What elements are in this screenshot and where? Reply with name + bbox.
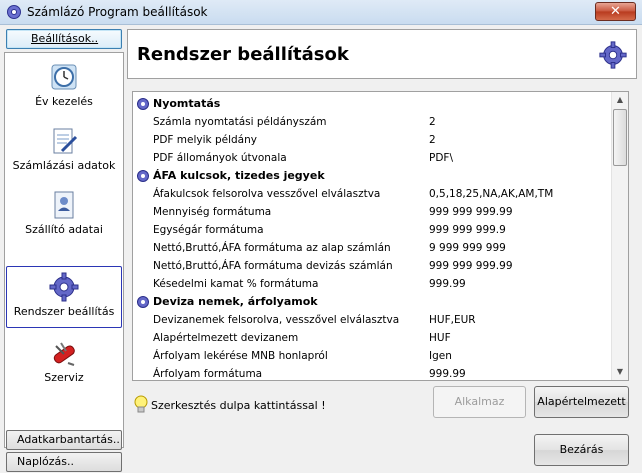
swiss-knife-icon bbox=[53, 342, 75, 366]
sidebar-item-service[interactable]: Szerviz bbox=[5, 333, 123, 395]
vertical-scrollbar[interactable]: ▲ ▼ bbox=[611, 92, 628, 380]
sidebar-item-label: Számlázási adatok bbox=[12, 159, 116, 172]
window-title: Számlázó Program beállítások bbox=[27, 5, 208, 19]
gear-icon bbox=[49, 272, 79, 302]
property-label: Számla nyomtatási példányszám bbox=[153, 116, 327, 128]
property-value[interactable]: Igen bbox=[429, 347, 452, 365]
property-value[interactable]: 2 bbox=[429, 113, 436, 131]
edit-hint: Szerkesztés dulpa kattintással ! bbox=[134, 395, 326, 415]
property-row[interactable]: Késedelmi kamat % formátuma 999.99 bbox=[133, 275, 613, 293]
title-bar: Számlázó Program beállítások ✕ bbox=[0, 0, 642, 25]
property-value[interactable]: 2 bbox=[429, 131, 436, 149]
logging-label: Naplózás.. bbox=[17, 455, 74, 468]
property-value[interactable]: 0,5,18,25,NA,AK,AM,TM bbox=[429, 185, 553, 203]
property-label: Nettó,Bruttó,ÁFA formátuma az alap száml… bbox=[153, 242, 391, 254]
property-label: PDF melyik példány bbox=[153, 134, 257, 146]
data-maintenance-label: Adatkarbantartás.. bbox=[17, 433, 120, 446]
category-label: Deviza nemek, árfolyamok bbox=[153, 295, 318, 308]
gear-icon bbox=[137, 170, 149, 182]
property-value[interactable]: 9 999 999 999 bbox=[429, 239, 506, 257]
gear-icon bbox=[137, 296, 149, 308]
page-header: Rendszer beállítások bbox=[127, 29, 637, 79]
settings-property-grid[interactable]: Nyomtatás Számla nyomtatási példányszám 2… bbox=[132, 91, 629, 381]
property-label: Nettó,Bruttó,ÁFA formátuma devizás száml… bbox=[153, 260, 393, 272]
scroll-thumb[interactable] bbox=[613, 109, 627, 166]
settings-menu-label: Beállítások.. bbox=[31, 32, 99, 45]
page-title: Rendszer beállítások bbox=[137, 44, 349, 65]
gear-icon bbox=[7, 5, 21, 19]
category-label: Nyomtatás bbox=[153, 97, 221, 110]
document-edit-icon bbox=[53, 128, 78, 154]
property-label: Árfolyam formátuma bbox=[153, 368, 263, 380]
category-printing[interactable]: Nyomtatás bbox=[133, 95, 613, 113]
apply-button[interactable]: Alkalmaz bbox=[433, 386, 526, 418]
main-panel: Rendszer beállítások Nyomtatás Számla ny… bbox=[127, 25, 642, 473]
property-row[interactable]: Áfakulcsok felsorolva vesszővel elválasz… bbox=[133, 185, 613, 203]
close-window-button[interactable]: ✕ bbox=[595, 2, 636, 21]
property-label: Késedelmi kamat % formátuma bbox=[153, 278, 319, 290]
property-row[interactable]: Árfolyam lekérése MNB honlapról Igen bbox=[133, 347, 613, 365]
clock-icon bbox=[51, 64, 77, 90]
gear-icon bbox=[137, 98, 149, 110]
sidebar-nav-list: Év kezelés Számlázási adatok Szállító ad… bbox=[4, 52, 124, 448]
property-value[interactable]: 999 999 999.9 bbox=[429, 221, 506, 239]
category-currency[interactable]: Deviza nemek, árfolyamok bbox=[133, 293, 613, 311]
sidebar-item-year[interactable]: Év kezelés bbox=[5, 57, 123, 119]
property-rows: Nyomtatás Számla nyomtatási példányszám 2… bbox=[133, 95, 613, 380]
settings-menu-button[interactable]: Beállítások.. bbox=[6, 29, 122, 49]
property-row[interactable]: Számla nyomtatási példányszám 2 bbox=[133, 113, 613, 131]
category-label: ÁFA kulcsok, tizedes jegyek bbox=[153, 169, 325, 182]
property-row[interactable]: Alapértelmezett devizanem HUF bbox=[133, 329, 613, 347]
property-label: Áfakulcsok felsorolva vesszővel elválasz… bbox=[153, 188, 381, 200]
property-row[interactable]: Egységár formátuma 999 999 999.9 bbox=[133, 221, 613, 239]
sidebar-item-label: Szerviz bbox=[44, 371, 84, 384]
sidebar-item-label: Szállító adatai bbox=[25, 223, 103, 236]
property-label: Mennyiség formátuma bbox=[153, 206, 272, 218]
property-row[interactable]: Nettó,Bruttó,ÁFA formátuma devizás száml… bbox=[133, 257, 613, 275]
lightbulb-icon bbox=[134, 395, 148, 413]
property-row[interactable]: Devizanemek felsorolva, vesszővel elvála… bbox=[133, 311, 613, 329]
property-value[interactable]: PDF\ bbox=[429, 149, 453, 167]
scroll-down-arrow[interactable]: ▼ bbox=[612, 364, 628, 380]
property-value[interactable]: 999.99 bbox=[429, 365, 466, 380]
property-row[interactable]: PDF állományok útvonala PDF\ bbox=[133, 149, 613, 167]
sidebar: Beállítások.. Év kezelés Számlázási adat… bbox=[0, 25, 127, 473]
logging-button[interactable]: Naplózás.. bbox=[6, 452, 122, 472]
property-label: Egységár formátuma bbox=[153, 224, 264, 236]
close-button[interactable]: Bezárás bbox=[534, 434, 629, 466]
contact-card-icon bbox=[54, 191, 74, 219]
sidebar-item-label: Év kezelés bbox=[35, 95, 93, 108]
data-maintenance-button[interactable]: Adatkarbantartás.. bbox=[6, 430, 122, 450]
sidebar-item-billing-data[interactable]: Számlázási adatok bbox=[5, 121, 123, 183]
property-row[interactable]: Nettó,Bruttó,ÁFA formátuma az alap száml… bbox=[133, 239, 613, 257]
category-vat[interactable]: ÁFA kulcsok, tizedes jegyek bbox=[133, 167, 613, 185]
property-value[interactable]: HUF,EUR bbox=[429, 311, 476, 329]
gear-icon bbox=[599, 41, 627, 69]
property-value[interactable]: HUF bbox=[429, 329, 451, 347]
sidebar-item-supplier[interactable]: Szállító adatai bbox=[5, 185, 123, 247]
scroll-up-arrow[interactable]: ▲ bbox=[612, 92, 628, 108]
property-value[interactable]: 999 999 999.99 bbox=[429, 257, 513, 275]
property-value[interactable]: 999.99 bbox=[429, 275, 466, 293]
property-label: Devizanemek felsorolva, vesszővel elvála… bbox=[153, 314, 400, 326]
property-label: Árfolyam lekérése MNB honlapról bbox=[153, 350, 328, 362]
property-row[interactable]: Mennyiség formátuma 999 999 999.99 bbox=[133, 203, 613, 221]
sidebar-item-system-settings[interactable]: Rendszer beállítás bbox=[6, 266, 122, 328]
property-row[interactable]: Árfolyam formátuma 999.99 bbox=[133, 365, 613, 380]
property-row[interactable]: PDF melyik példány 2 bbox=[133, 131, 613, 149]
sidebar-item-label: Rendszer beállítás bbox=[13, 305, 115, 318]
property-label: PDF állományok útvonala bbox=[153, 152, 287, 164]
property-value[interactable]: 999 999 999.99 bbox=[429, 203, 513, 221]
property-label: Alapértelmezett devizanem bbox=[153, 332, 299, 344]
default-button[interactable]: Alapértelmezett bbox=[534, 386, 629, 418]
hint-text: Szerkesztés dulpa kattintással ! bbox=[151, 398, 326, 412]
